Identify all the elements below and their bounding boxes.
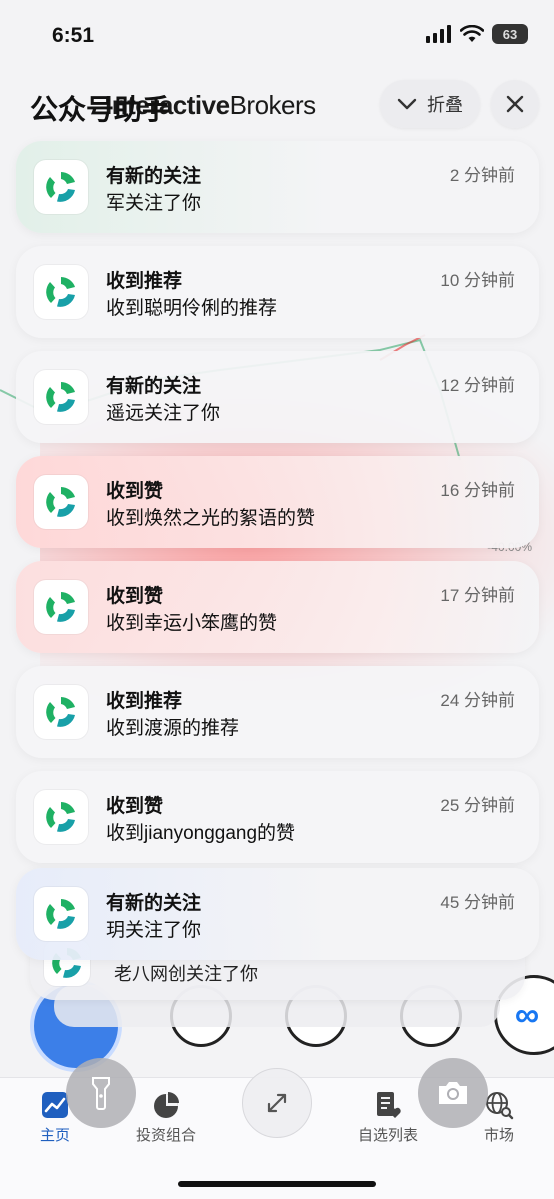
app-swirl-icon [46, 382, 75, 412]
status-bar: 6:51 63 [0, 0, 554, 66]
notification-time: 10 分钟前 [440, 271, 515, 290]
app-icon [34, 475, 88, 529]
notification-title: 有新的关注 [106, 376, 202, 397]
notification-body: 收到聪明伶俐的推荐 [106, 298, 278, 319]
notification-card[interactable]: 收到推荐 收到聪明伶俐的推荐 10 分钟前 [16, 246, 539, 338]
app-swirl-icon [46, 697, 75, 727]
battery-level: 63 [502, 26, 518, 42]
app-icon [34, 160, 88, 214]
close-button[interactable] [491, 80, 539, 128]
camera-icon [439, 1082, 467, 1104]
notification-time: 24 分钟前 [440, 691, 515, 710]
app-icon [34, 887, 88, 941]
notification-time: 16 分钟前 [440, 481, 515, 500]
notification-body: 收到焕然之光的絮语的赞 [106, 508, 316, 529]
tab-label: 投资组合 [135, 1127, 196, 1144]
notification-card[interactable]: 收到赞 收到jianyonggang的赞 25 分钟前 [16, 771, 539, 863]
notification-card[interactable]: 有新的关注 玥关注了你 45 分钟前 [16, 868, 539, 960]
notification-card[interactable]: 有新的关注 遥远关注了你 12 分钟前 [16, 351, 539, 443]
notification-card[interactable]: 收到推荐 收到渡源的推荐 24 分钟前 [16, 666, 539, 758]
app-swirl-icon [46, 487, 75, 517]
app-icon [34, 265, 88, 319]
brand-suffix: Brokers [229, 90, 317, 120]
notification-time: 2 分钟前 [449, 166, 515, 185]
notification-title: 收到赞 [106, 586, 164, 607]
notification-body: 收到幸运小笨鹰的赞 [106, 613, 278, 634]
cellular-signal-icon [426, 25, 451, 43]
camera-button[interactable] [418, 1058, 488, 1128]
notification-card[interactable]: 收到赞 收到焕然之光的絮语的赞 16 分钟前 [16, 456, 539, 548]
notification-body: 军关注了你 [106, 193, 202, 214]
notification-time: 45 分钟前 [440, 893, 515, 912]
tab-label: 自选列表 [357, 1127, 418, 1144]
pie-chart-icon [154, 1092, 179, 1118]
wifi-icon [460, 25, 484, 42]
app-swirl-icon [46, 802, 75, 832]
notification-title: 有新的关注 [106, 893, 202, 914]
notification-time: 17 分钟前 [440, 586, 515, 605]
status-icons: 63 [426, 24, 528, 44]
notification-time: 25 分钟前 [440, 796, 515, 815]
notification-body: 收到渡源的推荐 [106, 718, 240, 739]
status-time: 6:51 [52, 24, 95, 47]
notification-title: 有新的关注 [106, 166, 202, 187]
app-icon [34, 370, 88, 424]
notification-body: 老八网创关注了你 [114, 964, 258, 984]
tab-label: 主页 [39, 1127, 70, 1144]
app-swirl-icon [46, 592, 75, 622]
globe-search-icon [486, 1092, 514, 1120]
app-swirl-icon [46, 172, 75, 202]
notification-card[interactable]: 有新的关注 军关注了你 2 分钟前 [16, 141, 539, 233]
battery-icon: 63 [492, 24, 528, 44]
notification-body: 收到jianyonggang的赞 [106, 823, 296, 844]
chevron-down-icon [397, 98, 417, 110]
expand-arrows-icon [267, 1093, 287, 1113]
app-icon [34, 790, 88, 844]
page-title: 公众号助手 [30, 94, 171, 125]
notification-body: 玥关注了你 [106, 920, 202, 941]
app-icon [34, 685, 88, 739]
app-swirl-icon [46, 277, 75, 307]
notification-time: 12 分钟前 [440, 376, 515, 395]
collapse-button[interactable]: 折叠 [380, 80, 480, 128]
meta-logo-glyph: ∞ [514, 995, 540, 1034]
home-indicator[interactable] [178, 1181, 376, 1187]
watchlist-icon [377, 1092, 401, 1118]
app-swirl-icon [46, 899, 75, 929]
close-icon [506, 95, 524, 113]
collapse-label: 折叠 [427, 95, 463, 115]
notification-body: 遥远关注了你 [106, 403, 221, 424]
notification-title: 收到推荐 [106, 271, 183, 292]
flashlight-button[interactable] [66, 1058, 136, 1128]
notification-title: 收到推荐 [106, 691, 183, 712]
flashlight-icon [92, 1077, 110, 1110]
expand-button[interactable] [242, 1068, 312, 1138]
app-icon [34, 580, 88, 634]
notification-title: 收到赞 [106, 796, 164, 817]
notification-card[interactable]: 收到赞 收到幸运小笨鹰的赞 17 分钟前 [16, 561, 539, 653]
tab-label: 市场 [483, 1127, 514, 1144]
notification-title: 收到赞 [106, 481, 164, 502]
